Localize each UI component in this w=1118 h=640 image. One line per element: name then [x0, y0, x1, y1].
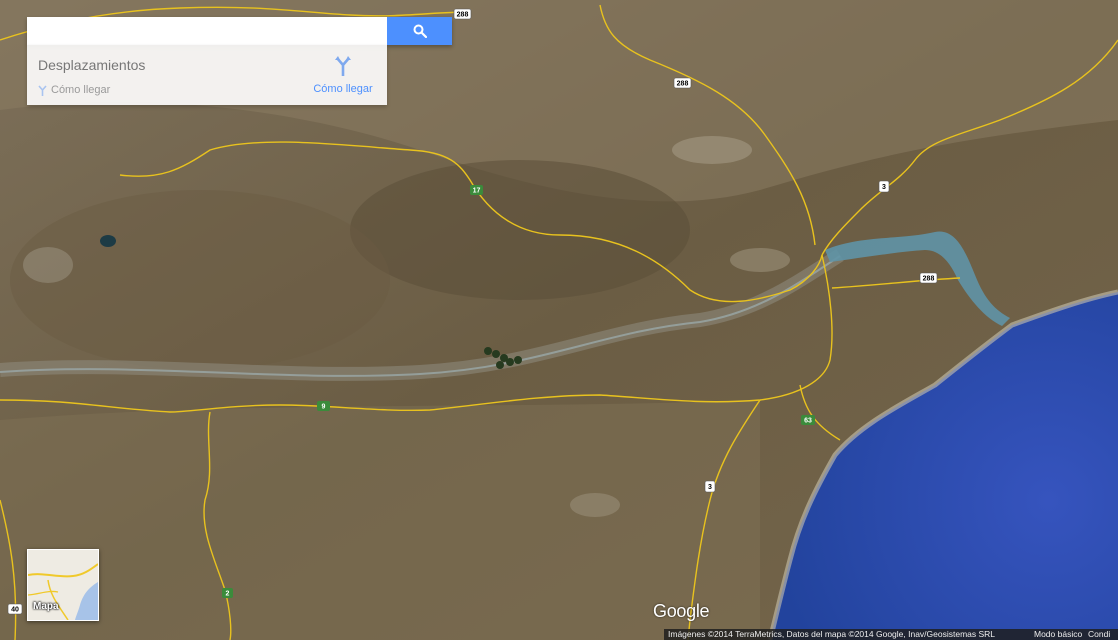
svg-text:288: 288 [923, 276, 935, 283]
svg-text:3: 3 [882, 184, 886, 191]
road-shield-3: 3 [878, 180, 890, 193]
central-hills [350, 160, 690, 300]
road-shield-40: 40 [7, 603, 23, 615]
salt-flat [570, 493, 620, 517]
directions-button[interactable]: Cómo llegar [313, 56, 373, 95]
svg-text:3: 3 [708, 484, 712, 491]
west-hills [10, 190, 390, 370]
road-shield-288: 288 [453, 8, 472, 20]
terms-link[interactable]: Condi [1088, 629, 1110, 640]
salt-flat [730, 248, 790, 272]
road-shield-2: 2 [222, 588, 233, 598]
svg-text:40: 40 [11, 607, 19, 614]
search-input[interactable] [27, 17, 387, 45]
road-shield-288: 288 [673, 77, 692, 89]
search-button[interactable] [387, 17, 452, 45]
road-shield-3: 3 [704, 480, 716, 493]
svg-text:17: 17 [473, 188, 481, 195]
basic-mode-link[interactable]: Modo básico [1034, 629, 1082, 640]
svg-text:2: 2 [226, 591, 230, 598]
directions-icon [38, 84, 47, 96]
road-shield-288: 288 [919, 272, 938, 284]
road-shield-17: 17 [470, 185, 483, 195]
map-footer: Imágenes ©2014 TerraMetrics, Datos del m… [664, 629, 1118, 640]
directions-button-label: Cómo llegar [313, 83, 373, 95]
road-shield-63: 63 [801, 415, 815, 425]
map-layer-label: Mapa [33, 601, 59, 612]
search-icon [413, 24, 427, 38]
search-suggestion-panel: Desplazamientos Cómo llegar Cómo llegar [27, 45, 387, 105]
plain-south [0, 400, 760, 640]
directions-icon [335, 56, 351, 76]
panel-title: Desplazamientos [38, 57, 146, 73]
lake [100, 235, 116, 247]
salt-flat [23, 247, 73, 283]
attribution-text: Imágenes ©2014 TerraMetrics, Datos del m… [668, 629, 996, 639]
directions-link-label: Cómo llegar [51, 84, 111, 96]
road-shield-9: 9 [317, 401, 330, 411]
svg-text:63: 63 [804, 418, 812, 425]
svg-text:9: 9 [322, 404, 326, 411]
map-layer-toggle[interactable]: Mapa [27, 549, 99, 621]
search-box [27, 17, 452, 45]
svg-text:288: 288 [677, 81, 689, 88]
svg-text:288: 288 [457, 12, 469, 19]
google-logo: Google [653, 601, 710, 621]
salt-flat [672, 136, 752, 164]
directions-link[interactable]: Cómo llegar [38, 84, 110, 96]
